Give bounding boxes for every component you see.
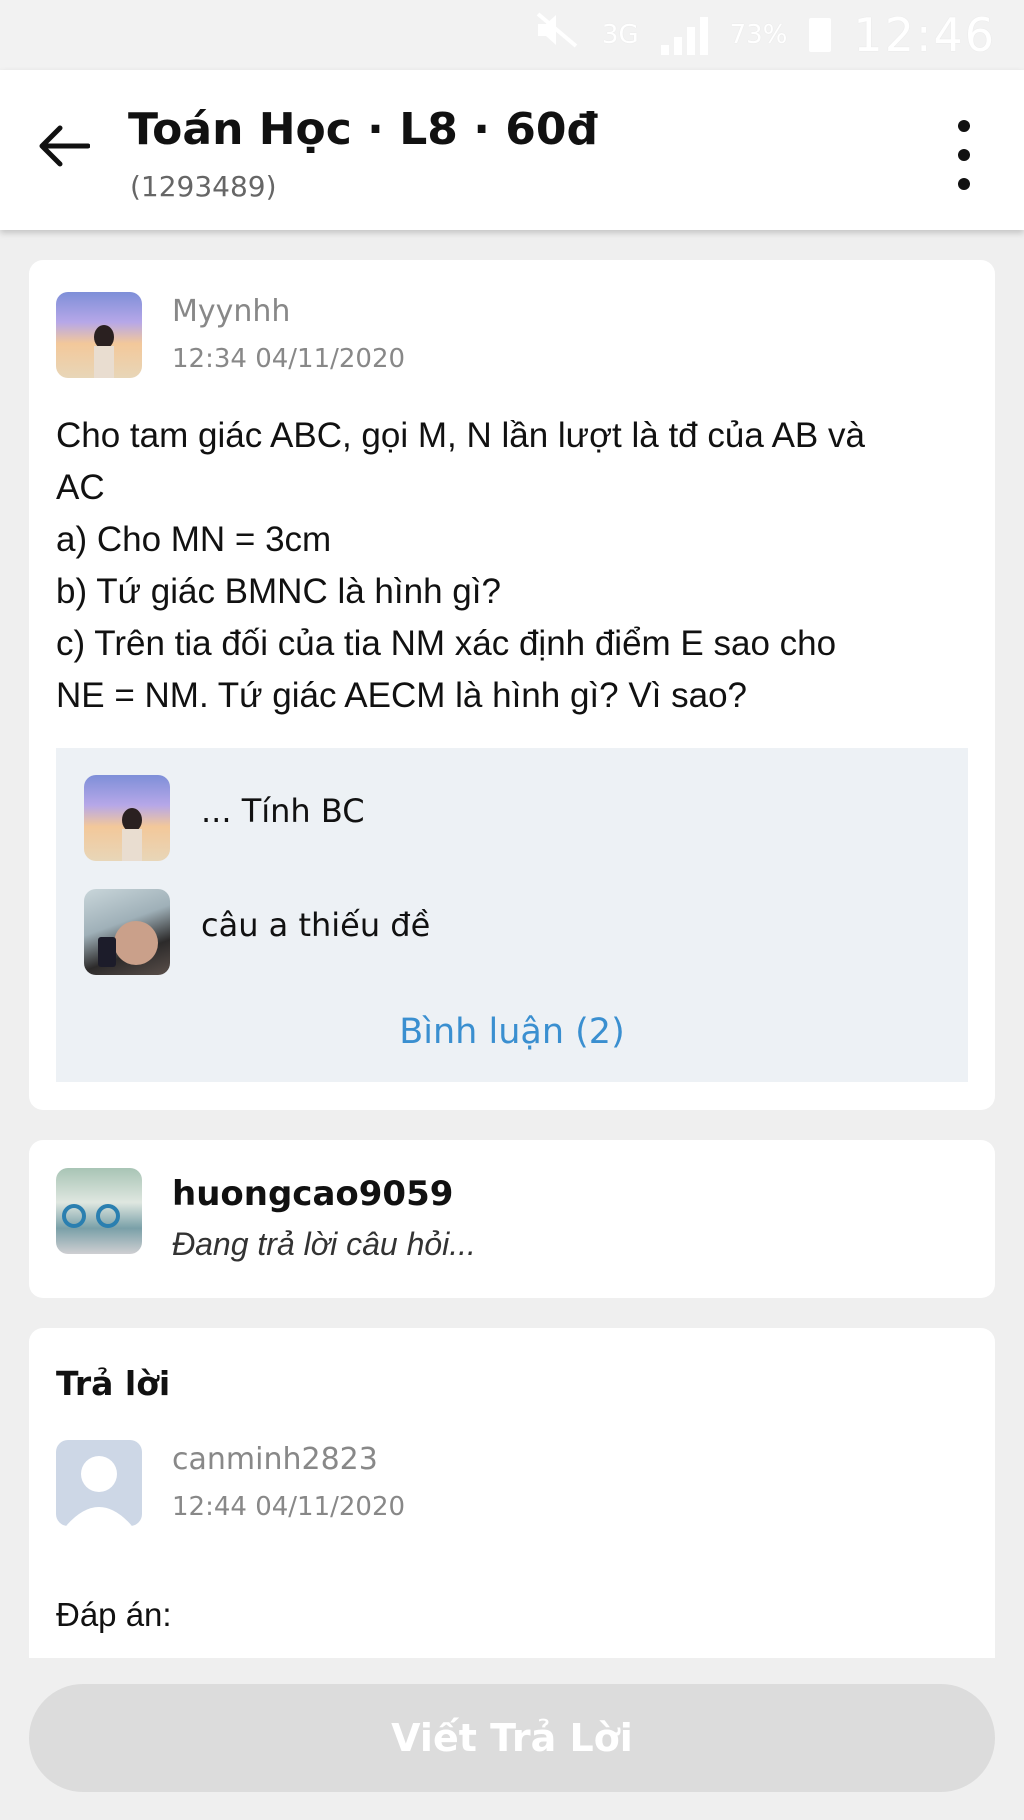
- write-answer-button[interactable]: Viết Trả Lời: [29, 1684, 995, 1792]
- answer-label: Đáp án:: [56, 1596, 172, 1633]
- typing-username[interactable]: huongcao9059: [172, 1174, 453, 1214]
- question-line: AC: [56, 468, 105, 507]
- typing-indicator-card: huongcao9059 Đang trả lời câu hỏi...: [29, 1140, 995, 1298]
- question-body: Cho tam giác ABC, gọi M, N lần lượt là t…: [56, 410, 976, 722]
- mute-icon: [534, 10, 580, 61]
- more-vert-icon: [958, 120, 970, 132]
- clock: 12:46: [853, 8, 996, 62]
- comments-link[interactable]: Bình luận (2): [56, 1012, 968, 1052]
- default-avatar-icon[interactable]: [56, 1440, 142, 1526]
- avatar[interactable]: [56, 292, 142, 378]
- avatar[interactable]: [84, 889, 170, 975]
- answer-heading: Trả lời: [56, 1364, 171, 1403]
- comment-text: câu a thiếu đề: [201, 906, 431, 944]
- typing-status: Đang trả lời câu hỏi...: [172, 1226, 476, 1262]
- arrow-left-icon: [39, 125, 90, 167]
- question-line: b) Tứ giác BMNC là hình gì?: [56, 572, 501, 611]
- question-line: NE = NM. Tứ giác AECM là hình gì? Vì sao…: [56, 676, 748, 715]
- app-header: Toán Học · L8 · 60đ (1293489): [0, 70, 1024, 230]
- signal-icon: [660, 15, 708, 55]
- question-line: c) Trên tia đối của tia NM xác định điểm…: [56, 624, 837, 663]
- question-line: a) Cho MN = 3cm: [56, 520, 332, 559]
- more-options-button[interactable]: [944, 120, 984, 190]
- back-button[interactable]: [28, 110, 100, 182]
- answer-card: Trả lời canminh2823 12:44 04/11/2020 Đáp…: [29, 1328, 995, 1658]
- question-id: (1293489): [130, 170, 277, 203]
- question-card: Myynhh 12:34 04/11/2020 Cho tam giác ABC…: [29, 260, 995, 1110]
- battery-icon: [809, 18, 832, 52]
- comments-section: ... Tính BC câu a thiếu đề Bình luận (2): [56, 748, 968, 1082]
- question-author[interactable]: Myynhh: [172, 294, 290, 329]
- status-bar: 3G 73% 12:46: [0, 0, 1024, 70]
- comment-text: ... Tính BC: [201, 792, 365, 830]
- battery-percent: 73%: [729, 20, 788, 50]
- question-timestamp: 12:34 04/11/2020: [172, 344, 406, 374]
- avatar[interactable]: [84, 775, 170, 861]
- answer-timestamp: 12:44 04/11/2020: [172, 1492, 406, 1522]
- answer-author[interactable]: canminh2823: [172, 1442, 378, 1477]
- question-line: Cho tam giác ABC, gọi M, N lần lượt là t…: [56, 416, 865, 455]
- avatar[interactable]: [56, 1168, 142, 1254]
- page-title: Toán Học · L8 · 60đ: [128, 104, 598, 155]
- network-type: 3G: [601, 20, 639, 50]
